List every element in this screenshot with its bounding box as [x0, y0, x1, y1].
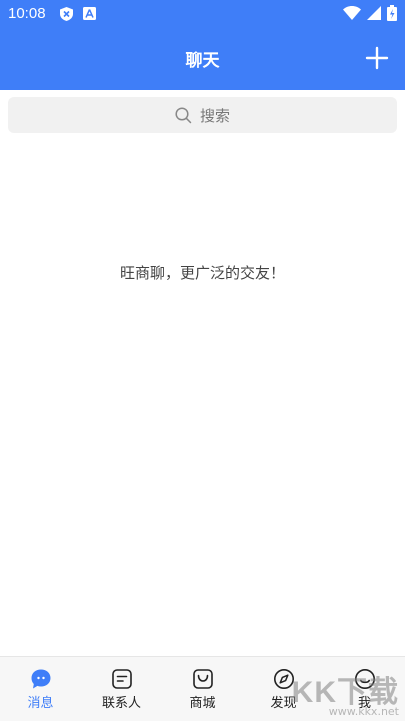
shopping-bag-icon: [192, 669, 213, 689]
status-bar: 10:08: [0, 0, 405, 28]
status-time: 10:08: [8, 5, 46, 22]
empty-state-message: 旺商聊，更广泛的交友！: [119, 264, 285, 282]
compass-icon: [273, 669, 294, 689]
search-placeholder: 搜索: [199, 106, 230, 125]
search-input[interactable]: 搜索: [8, 97, 397, 133]
tab-discover[interactable]: 发现: [243, 657, 324, 721]
wifi-icon: [343, 6, 361, 20]
cellular-signal-icon: [367, 6, 381, 20]
tab-label: 我: [357, 696, 371, 711]
app-store-icon: [83, 7, 96, 20]
tab-label: 商城: [189, 696, 216, 711]
bottom-tab-bar: 消息 联系人 商城 发现 我: [0, 656, 405, 721]
battery-icon: [387, 5, 397, 21]
app-header: 10:08 聊天: [0, 0, 405, 90]
tab-me[interactable]: 我: [324, 657, 405, 721]
tab-contacts[interactable]: 联系人: [81, 657, 162, 721]
shield-icon: [60, 7, 73, 21]
smiley-profile-icon: [354, 669, 375, 689]
status-notification-icons: [60, 7, 96, 21]
tab-label: 发现: [270, 696, 297, 711]
status-system-icons: [343, 5, 397, 21]
add-icon[interactable]: [365, 46, 389, 70]
tab-messages[interactable]: 消息: [0, 657, 81, 721]
tab-label: 联系人: [101, 696, 141, 711]
chat-bubble-icon: [31, 669, 50, 689]
page-title: 聊天: [185, 51, 220, 71]
tab-shop[interactable]: 商城: [162, 657, 243, 721]
contacts-icon: [111, 669, 132, 689]
search-icon: [175, 106, 192, 123]
tab-label: 消息: [27, 696, 54, 711]
